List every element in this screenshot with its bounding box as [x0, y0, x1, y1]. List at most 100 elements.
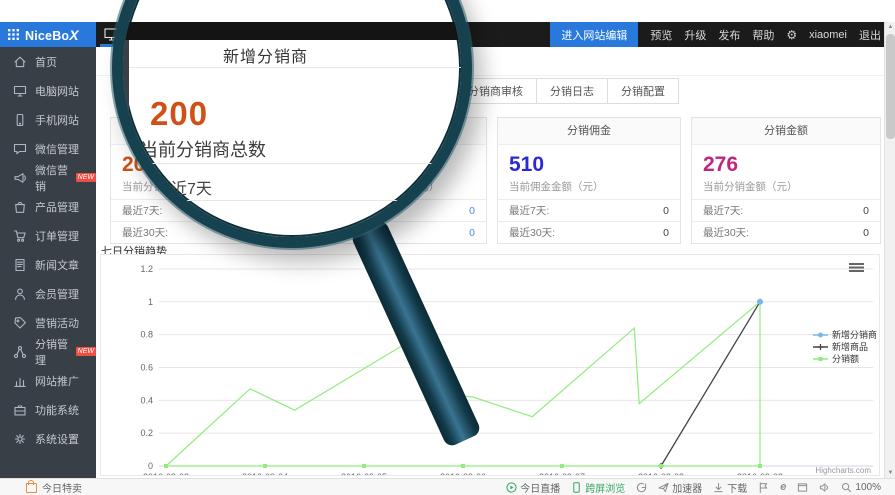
sidebar-item-13[interactable]: 功能系统 — [0, 395, 96, 424]
sidebar-item-8[interactable]: 新闻文章 — [0, 250, 96, 279]
sidebar-item-12[interactable]: 网站推广 — [0, 366, 96, 395]
card-row-value[interactable]: 0 — [663, 227, 669, 239]
upgrade-link[interactable]: 升级 — [684, 27, 706, 43]
status-today-sale[interactable]: 今日特卖 — [26, 480, 82, 495]
speaker-icon — [819, 482, 830, 493]
scroll-down-arrow[interactable]: ▼ — [885, 468, 895, 478]
status-item-zoom[interactable]: 100% — [841, 482, 881, 493]
summary-card-4: 分销金额276当前分销金额（元）最近7天:0最近30天:0 — [691, 117, 881, 244]
card-row-value[interactable]: 0 — [863, 227, 869, 239]
sidebar-item-4[interactable]: 微信管理 — [0, 134, 96, 163]
sidebar-item-label: 订单管理 — [35, 228, 79, 244]
sidebar-item-1[interactable]: 首页 — [0, 47, 96, 76]
scrollbar-thumb[interactable] — [886, 34, 895, 139]
status-item-label: 加速器 — [672, 480, 702, 495]
card-caption: 当前佣金金额（元） — [509, 179, 669, 194]
y-axis-tick: 0.4 — [140, 395, 153, 405]
sidebar-item-5[interactable]: 微信营销NEW — [0, 163, 96, 192]
card-row-value[interactable]: 0 — [863, 205, 869, 217]
highcharts-credit[interactable]: Highcharts.com — [815, 466, 871, 475]
x-axis-label: 2016-09-06 — [440, 472, 486, 475]
grid-icon — [8, 29, 19, 40]
y-axis-tick: 0.8 — [140, 330, 153, 340]
sidebar-item-3[interactable]: 手机网站 — [0, 105, 96, 134]
trend-chart-panel: 00.20.40.60.811.22016-09-032016-09-04201… — [100, 254, 880, 476]
zoom-icon — [841, 482, 852, 493]
x-axis-label: 2016-09-03 — [143, 472, 189, 475]
username[interactable]: xiaomei — [809, 29, 847, 41]
x-axis-label: 2016-09-09 — [737, 472, 783, 475]
status-item-phone-green[interactable]: 跨屏浏览 — [571, 480, 625, 495]
card-row: 最近30天:0 — [692, 221, 880, 243]
y-axis-tick: 1.2 — [140, 264, 153, 274]
magnified-row-7days: 最近7天 — [155, 175, 212, 199]
card-row-value[interactable]: 0 — [469, 227, 475, 239]
card-title: 分销金额 — [692, 118, 880, 145]
legend-label[interactable]: 新增分销商 — [832, 329, 877, 340]
settings-gear-icon[interactable]: ⚙ — [786, 28, 797, 42]
status-item-swirl[interactable] — [636, 482, 647, 493]
card-row-value[interactable]: 0 — [663, 205, 669, 217]
vertical-scrollbar[interactable]: ▲ ▼ — [884, 22, 895, 478]
series-new-products-line — [661, 302, 760, 466]
square-marker — [362, 464, 366, 468]
today-sale-label: 今日特卖 — [42, 480, 82, 495]
play-circle-icon — [506, 482, 517, 493]
help-link[interactable]: 帮助 — [752, 27, 774, 43]
cart-icon — [13, 229, 27, 243]
status-item-ie[interactable]: e — [780, 482, 786, 493]
legend-marker — [818, 333, 823, 338]
legend-label[interactable]: 分销额 — [832, 353, 859, 364]
sidebar-item-label: 功能系统 — [35, 402, 79, 418]
sidebar-item-2[interactable]: 电脑网站 — [0, 76, 96, 105]
status-item-download[interactable]: 下载 — [713, 480, 747, 495]
trend-line-chart: 00.20.40.60.811.22016-09-032016-09-04201… — [101, 255, 879, 475]
square-marker — [461, 464, 465, 468]
sidebar-item-label: 电脑网站 — [35, 83, 79, 99]
legend-label[interactable]: 新增商品 — [832, 341, 868, 352]
magnified-row-30days: 最近30天 — [155, 213, 221, 237]
sidebar-item-11[interactable]: 分销管理NEW — [0, 337, 96, 366]
circle-marker — [757, 299, 763, 305]
rocket-icon — [658, 482, 669, 493]
status-item-speaker[interactable] — [819, 482, 830, 493]
chart-menu-icon[interactable] — [849, 263, 864, 265]
scroll-up-arrow[interactable]: ▲ — [885, 22, 895, 32]
flag-icon — [758, 482, 769, 493]
tab-5[interactable]: 分销配置 — [607, 78, 679, 104]
status-item-flag[interactable] — [758, 482, 769, 493]
divider — [129, 163, 461, 164]
sidebar-item-7[interactable]: 订单管理 — [0, 221, 96, 250]
sidebar-item-14[interactable]: 系统设置 — [0, 424, 96, 453]
status-item-play-circle[interactable]: 今日直播 — [506, 480, 560, 495]
sidebar-item-6[interactable]: 产品管理 — [0, 192, 96, 221]
sidebar-item-label: 微信营销 — [35, 162, 72, 194]
tab-4[interactable]: 分销日志 — [536, 78, 608, 104]
card-row-label: 最近30天: — [509, 225, 555, 240]
card-title: 分销佣金 — [498, 118, 680, 145]
card-row-value[interactable]: 0 — [469, 205, 475, 217]
status-item-rocket[interactable]: 加速器 — [658, 480, 702, 495]
bag-icon — [13, 200, 27, 214]
chart-menu-icon[interactable] — [849, 267, 864, 269]
shopping-bag-icon — [26, 483, 37, 493]
sidebar-nav: 首页电脑网站手机网站微信管理微信营销NEW产品管理订单管理新闻文章会员管理营销活… — [0, 47, 96, 478]
chart-menu-icon[interactable] — [849, 270, 864, 272]
sidebar-item-label: 系统设置 — [35, 431, 79, 447]
logout-link[interactable]: 退出 — [859, 27, 881, 43]
sidebar-item-label: 网站推广 — [35, 373, 79, 389]
preview-link[interactable]: 预览 — [650, 27, 672, 43]
y-axis-tick: 0.2 — [140, 428, 153, 438]
publish-link[interactable]: 发布 — [718, 27, 740, 43]
app-logo[interactable]: NiceBoX — [0, 22, 96, 47]
y-axis-tick: 0.6 — [140, 362, 153, 372]
status-item-window[interactable] — [797, 482, 808, 493]
sidebar-item-9[interactable]: 会员管理 — [0, 279, 96, 308]
sidebar-item-label: 分销管理 — [35, 336, 72, 368]
legend-marker — [819, 357, 823, 361]
sidebar-item-10[interactable]: 营销活动 — [0, 308, 96, 337]
swirl-icon — [636, 482, 647, 493]
x-axis-label: 2016-09-08 — [638, 472, 684, 475]
status-item-label: 100% — [855, 482, 881, 493]
enter-site-edit-button[interactable]: 进入网站编辑 — [550, 22, 638, 47]
